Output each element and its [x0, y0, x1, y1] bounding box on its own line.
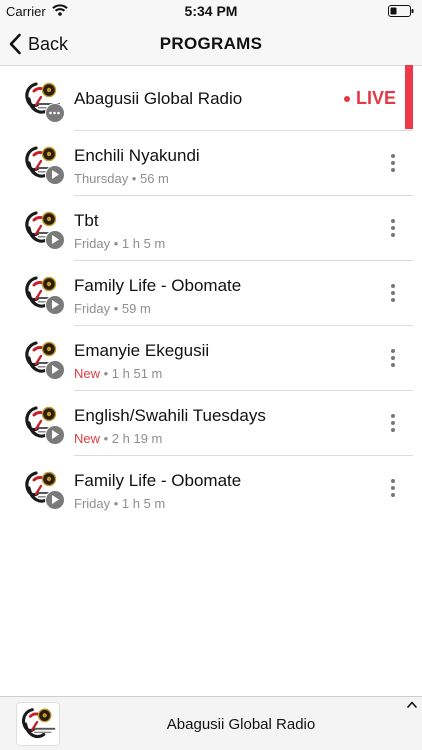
live-label: LIVE: [355, 88, 396, 108]
more-vertical-icon[interactable]: [390, 478, 396, 498]
program-meta: Thursday • 56 m: [74, 171, 169, 186]
play-badge[interactable]: [45, 360, 65, 380]
program-details: Thursday • 56 m: [74, 171, 169, 186]
page-title: PROGRAMS: [159, 34, 263, 53]
mini-player-title: Abagusii Global Radio: [166, 716, 316, 733]
program-meta: Friday • 1 h 5 m: [74, 496, 165, 511]
mini-player-artwork: [16, 702, 60, 746]
program-row[interactable]: Tbt Friday • 1 h 5 m: [0, 196, 422, 261]
program-title: Enchili Nyakundi: [74, 146, 200, 165]
play-badge[interactable]: [45, 490, 65, 510]
program-title: Family Life - Obomate: [74, 471, 242, 490]
program-meta: New • 2 h 19 m: [74, 431, 162, 446]
new-tag: New: [74, 366, 101, 381]
new-tag: New: [74, 431, 101, 446]
program-title: Family Life - Obomate: [74, 276, 242, 295]
programs-list: Abagusii Global Radio LIVE Enchili Nyaku…: [0, 65, 422, 521]
program-details: Friday • 1 h 5 m: [74, 496, 166, 511]
play-badge[interactable]: [45, 295, 65, 315]
live-badge: [45, 103, 65, 123]
more-vertical-icon[interactable]: [390, 153, 396, 173]
play-badge[interactable]: [45, 165, 65, 185]
program-row[interactable]: Family Life - Obomate Friday • 1 h 5 m: [0, 456, 422, 521]
live-indicator: LIVE: [343, 88, 396, 109]
play-badge[interactable]: [45, 425, 65, 445]
program-title: Tbt: [74, 211, 99, 230]
program-details: • 2 h 19 m: [100, 431, 163, 446]
program-details: Friday • 1 h 5 m: [74, 236, 166, 251]
program-meta: Friday • 59 m: [74, 301, 151, 316]
play-icon: [52, 495, 59, 504]
program-meta: Friday • 1 h 5 m: [74, 236, 165, 251]
play-icon: [52, 300, 59, 309]
program-title: English/Swahili Tuesdays: [74, 406, 266, 425]
more-vertical-icon[interactable]: [390, 348, 396, 368]
live-bar: [405, 65, 413, 129]
station-logo: [17, 703, 59, 745]
more-vertical-icon[interactable]: [390, 413, 396, 433]
program-row[interactable]: Emanyie Ekegusii New • 1 h 51 m: [0, 326, 422, 391]
play-icon: [52, 235, 59, 244]
program-row[interactable]: Enchili Nyakundi Thursday • 56 m: [0, 131, 422, 196]
program-row[interactable]: Family Life - Obomate Friday • 59 m: [0, 261, 422, 326]
program-details: Friday • 59 m: [74, 301, 151, 316]
station-title: Abagusii Global Radio: [74, 89, 243, 108]
status-bar: Carrier 5:34 PM: [0, 0, 422, 22]
ellipsis-icon: [49, 111, 60, 115]
status-time: 5:34 PM: [184, 3, 238, 19]
play-icon: [52, 365, 59, 374]
mini-player[interactable]: Abagusii Global Radio: [0, 696, 422, 750]
more-vertical-icon[interactable]: [390, 218, 396, 238]
navigation-bar: Back PROGRAMS: [0, 22, 422, 66]
more-vertical-icon[interactable]: [390, 283, 396, 303]
program-title: Emanyie Ekegusii: [74, 341, 210, 360]
program-meta: New • 1 h 51 m: [74, 366, 162, 381]
live-dot: [343, 95, 350, 102]
battery-icon: [388, 5, 414, 17]
chevron-up-icon[interactable]: [407, 701, 417, 708]
program-details: • 1 h 51 m: [100, 366, 163, 381]
program-row[interactable]: English/Swahili Tuesdays New • 2 h 19 m: [0, 391, 422, 456]
live-station-row[interactable]: Abagusii Global Radio LIVE: [0, 65, 422, 131]
play-icon: [52, 430, 59, 439]
play-icon: [52, 170, 59, 179]
play-badge[interactable]: [45, 230, 65, 250]
